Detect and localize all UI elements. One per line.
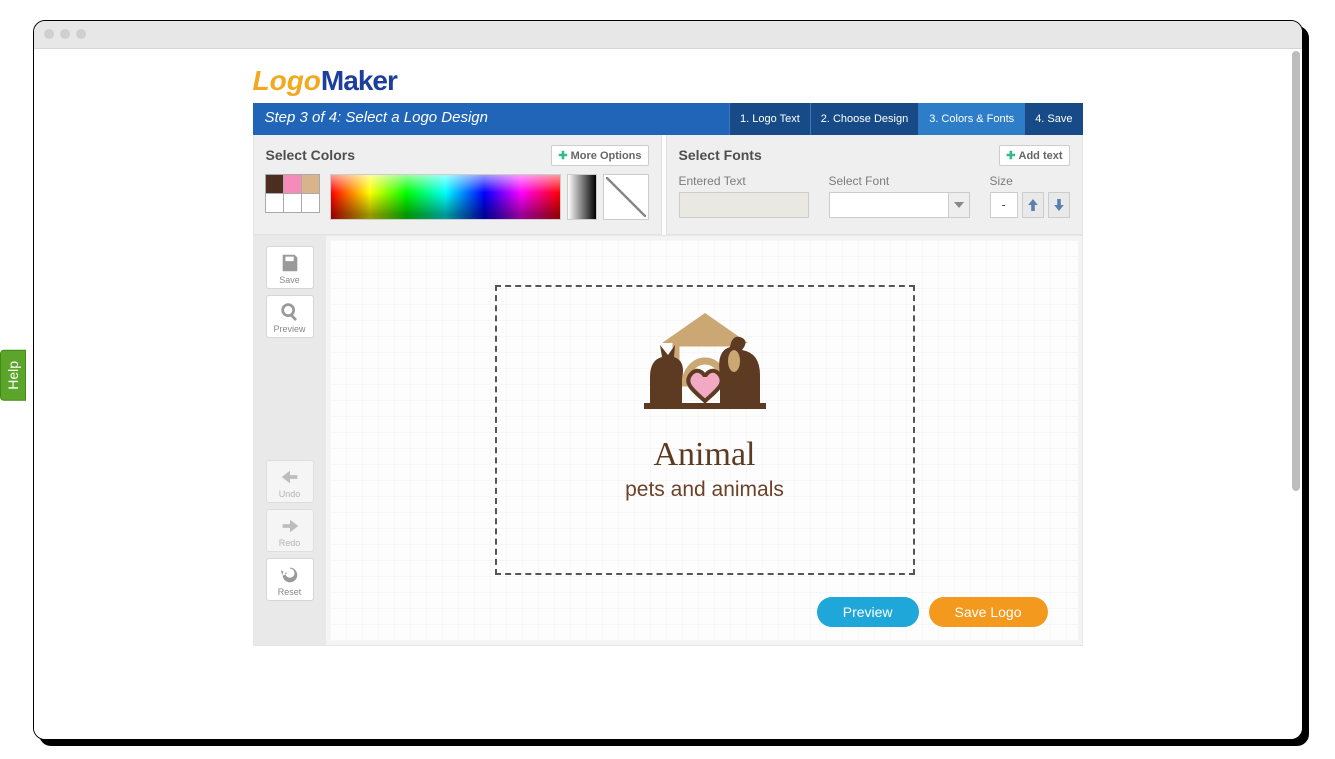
fonts-panel-title: Select Fonts xyxy=(679,147,762,163)
arrow-right-icon xyxy=(279,515,301,537)
arrow-down-icon xyxy=(1053,199,1065,211)
selected-swatches[interactable] xyxy=(266,174,324,213)
size-down-button[interactable] xyxy=(1048,192,1070,218)
undo-tool[interactable]: Undo xyxy=(266,460,314,503)
swatch[interactable] xyxy=(265,174,284,194)
fonts-panel: Select Fonts ✚Add text Entered Text Sele… xyxy=(666,135,1083,235)
swatch-empty[interactable] xyxy=(265,193,284,213)
brand-part-1: Logo xyxy=(253,65,321,96)
logo-artwork[interactable]: Animal pets and animals xyxy=(497,305,913,502)
swatch-empty[interactable] xyxy=(301,193,320,213)
preview-button[interactable]: Preview xyxy=(817,597,919,627)
window-dot xyxy=(76,29,86,39)
bottom-actions: Preview Save Logo xyxy=(817,597,1048,627)
brand-logo: LogoMaker xyxy=(253,55,1083,103)
window-dot xyxy=(44,29,54,39)
help-tab[interactable]: Help xyxy=(0,350,26,401)
viewport: LogoMaker Step 3 of 4: Select a Logo Des… xyxy=(34,49,1302,739)
logo-line-1[interactable]: Animal xyxy=(497,436,913,474)
brand-part-2: Maker xyxy=(321,65,397,96)
arrow-left-icon xyxy=(279,466,301,488)
save-tool[interactable]: Save xyxy=(266,246,314,289)
swatch[interactable] xyxy=(301,174,320,194)
browser-window: LogoMaker Step 3 of 4: Select a Logo Des… xyxy=(33,20,1303,740)
size-up-button[interactable] xyxy=(1022,192,1044,218)
color-spectrum[interactable] xyxy=(330,174,561,220)
plus-icon: ✚ xyxy=(558,150,567,162)
pets-logo-icon xyxy=(620,305,790,425)
redo-tool[interactable]: Redo xyxy=(266,509,314,552)
workspace: Save Preview Undo Redo xyxy=(253,236,1083,646)
titlebar xyxy=(34,21,1302,49)
artboard[interactable]: Animal pets and animals xyxy=(495,285,915,575)
step-choose-design[interactable]: 2. Choose Design xyxy=(810,103,918,135)
scrollbar[interactable] xyxy=(1292,51,1300,491)
plus-icon: ✚ xyxy=(1006,150,1015,162)
more-options-button[interactable]: ✚More Options xyxy=(551,145,648,166)
grayscale-gradient[interactable] xyxy=(567,174,597,220)
window-dot xyxy=(60,29,70,39)
no-color-swatch[interactable] xyxy=(603,174,649,220)
select-font-label: Select Font xyxy=(829,174,970,188)
colors-panel-title: Select Colors xyxy=(266,147,355,163)
colors-panel: Select Colors ✚More Options xyxy=(253,135,662,235)
save-logo-button[interactable]: Save Logo xyxy=(929,597,1048,627)
swatch[interactable] xyxy=(283,174,302,194)
size-value: - xyxy=(990,192,1018,218)
font-select-arrow[interactable] xyxy=(948,192,970,218)
preview-tool[interactable]: Preview xyxy=(266,295,314,338)
reset-tool[interactable]: Reset xyxy=(266,558,314,601)
entered-text-label: Entered Text xyxy=(679,174,809,188)
chevron-down-icon xyxy=(954,202,964,208)
font-select[interactable] xyxy=(829,192,949,218)
save-icon xyxy=(279,252,301,274)
step-bar: Step 3 of 4: Select a Logo Design 1. Log… xyxy=(253,103,1083,135)
step-title: Step 3 of 4: Select a Logo Design xyxy=(253,103,730,135)
reset-icon xyxy=(279,564,301,586)
step-colors-fonts[interactable]: 3. Colors & Fonts xyxy=(918,103,1024,135)
canvas[interactable]: Animal pets and animals Preview Save Log… xyxy=(330,240,1078,641)
arrow-up-icon xyxy=(1027,199,1039,211)
step-logo-text[interactable]: 1. Logo Text xyxy=(729,103,810,135)
search-icon xyxy=(279,301,301,323)
entered-text-input[interactable] xyxy=(679,192,809,218)
swatch-empty[interactable] xyxy=(283,193,302,213)
step-save[interactable]: 4. Save xyxy=(1024,103,1082,135)
add-text-button[interactable]: ✚Add text xyxy=(999,145,1069,166)
logo-line-2[interactable]: pets and animals xyxy=(497,478,913,502)
tool-column: Save Preview Undo Redo xyxy=(254,236,326,645)
size-label: Size xyxy=(990,174,1070,188)
